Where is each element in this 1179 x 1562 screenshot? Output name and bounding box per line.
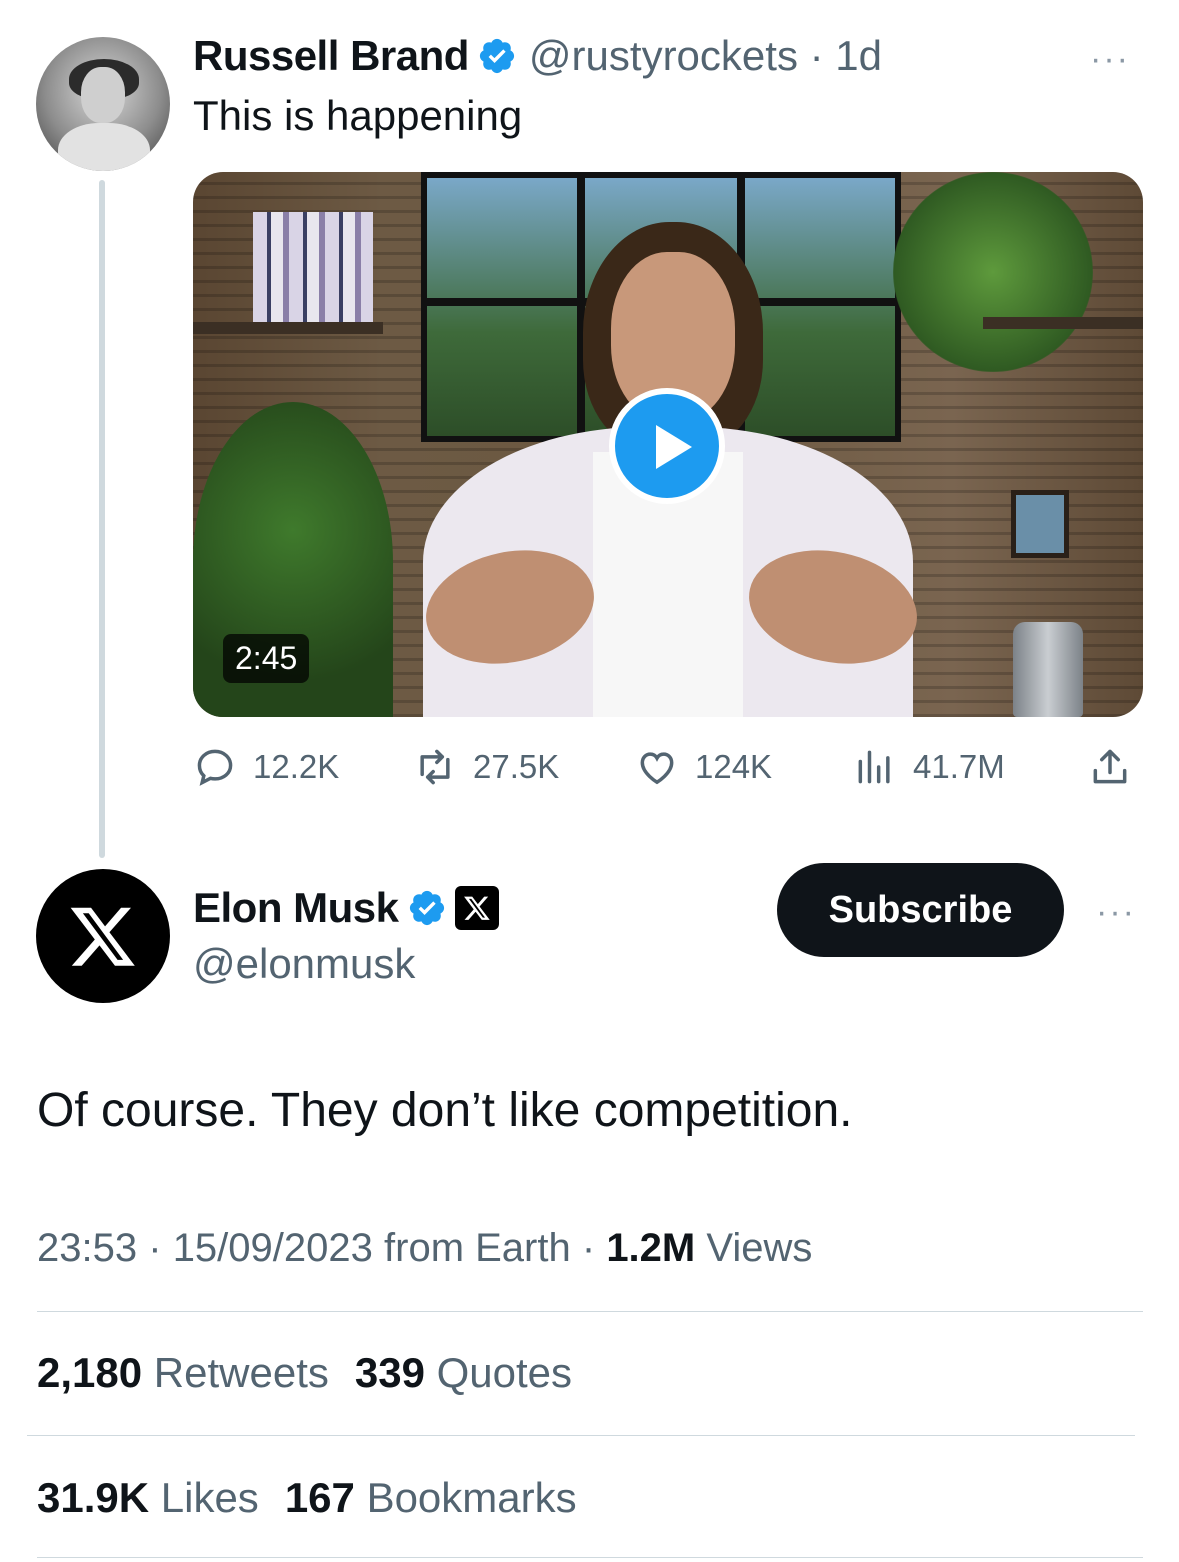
- play-button[interactable]: [609, 388, 725, 504]
- tweet-metadata: 23:53 · 15/09/2023 from Earth · 1.2M Vie…: [37, 1226, 813, 1270]
- divider: [37, 1557, 1143, 1558]
- tweet-source: from Earth: [384, 1226, 571, 1270]
- bookmarks-stat[interactable]: 167 Bookmarks: [285, 1474, 577, 1521]
- like-button[interactable]: 124K: [635, 745, 772, 789]
- quoted-tweet-text: This is happening: [193, 92, 523, 139]
- engagement-stats-row-1: 2,180 Retweets 339 Quotes: [37, 1349, 572, 1397]
- reply-count: 12.2K: [253, 748, 340, 785]
- verified-badge-icon: [409, 890, 444, 926]
- play-icon: [656, 425, 692, 469]
- share-icon: [1093, 749, 1127, 784]
- divider: [37, 1311, 1143, 1312]
- heart-icon: [640, 752, 674, 785]
- verified-badge-icon: [479, 38, 515, 74]
- reply-icon: [197, 749, 233, 786]
- engagement-stats-row-2: 31.9K Likes 167 Bookmarks: [37, 1474, 577, 1522]
- tweet-actions-bar: 12.2K 27.5K 124K 41.7M: [193, 745, 1143, 795]
- retweet-count: 27.5K: [473, 748, 560, 785]
- quoted-tweet-header: Russell Brand @rustyrockets · 1d: [193, 32, 882, 80]
- views-count: 1.2M: [606, 1226, 696, 1270]
- analytics-icon: [858, 750, 890, 784]
- more-options-icon[interactable]: ···: [1090, 42, 1130, 76]
- like-count: 124K: [695, 748, 773, 785]
- video-duration: 2:45: [223, 634, 310, 683]
- affiliate-x-badge-icon[interactable]: [454, 886, 499, 930]
- retweet-button[interactable]: 27.5K: [413, 745, 559, 789]
- share-button[interactable]: [1088, 745, 1148, 789]
- author-handle[interactable]: @rustyrockets · 1d: [529, 32, 882, 80]
- retweet-icon: [420, 749, 450, 785]
- reply-button[interactable]: 12.2K: [193, 745, 339, 789]
- retweets-stat[interactable]: 2,180 Retweets: [37, 1349, 329, 1396]
- likes-stat[interactable]: 31.9K Likes: [37, 1474, 259, 1521]
- views-button[interactable]: 41.7M: [853, 745, 1005, 789]
- more-options-icon[interactable]: ···: [1096, 895, 1136, 929]
- video-thumbnail[interactable]: 2:45: [193, 172, 1143, 717]
- divider: [27, 1435, 1135, 1436]
- author-name[interactable]: Elon Musk: [193, 884, 399, 932]
- main-tweet-text: Of course. They don’t like competition.: [37, 1084, 853, 1137]
- author-handle[interactable]: @elonmusk: [193, 940, 415, 988]
- tweet-time[interactable]: 23:53: [37, 1226, 137, 1270]
- tweet-date[interactable]: 15/09/2023: [173, 1226, 373, 1270]
- views-label: Views: [706, 1226, 813, 1270]
- subscribe-button[interactable]: Subscribe: [777, 863, 1064, 957]
- thread-connector-line: [99, 180, 105, 858]
- author-name[interactable]: Russell Brand: [193, 32, 469, 80]
- russell-brand-avatar[interactable]: [36, 37, 170, 171]
- views-count: 41.7M: [913, 748, 1005, 785]
- elon-musk-avatar[interactable]: [36, 869, 170, 1003]
- main-tweet-header: Elon Musk: [193, 884, 499, 932]
- x-logo-icon: [70, 907, 135, 966]
- quotes-stat[interactable]: 339 Quotes: [355, 1349, 572, 1396]
